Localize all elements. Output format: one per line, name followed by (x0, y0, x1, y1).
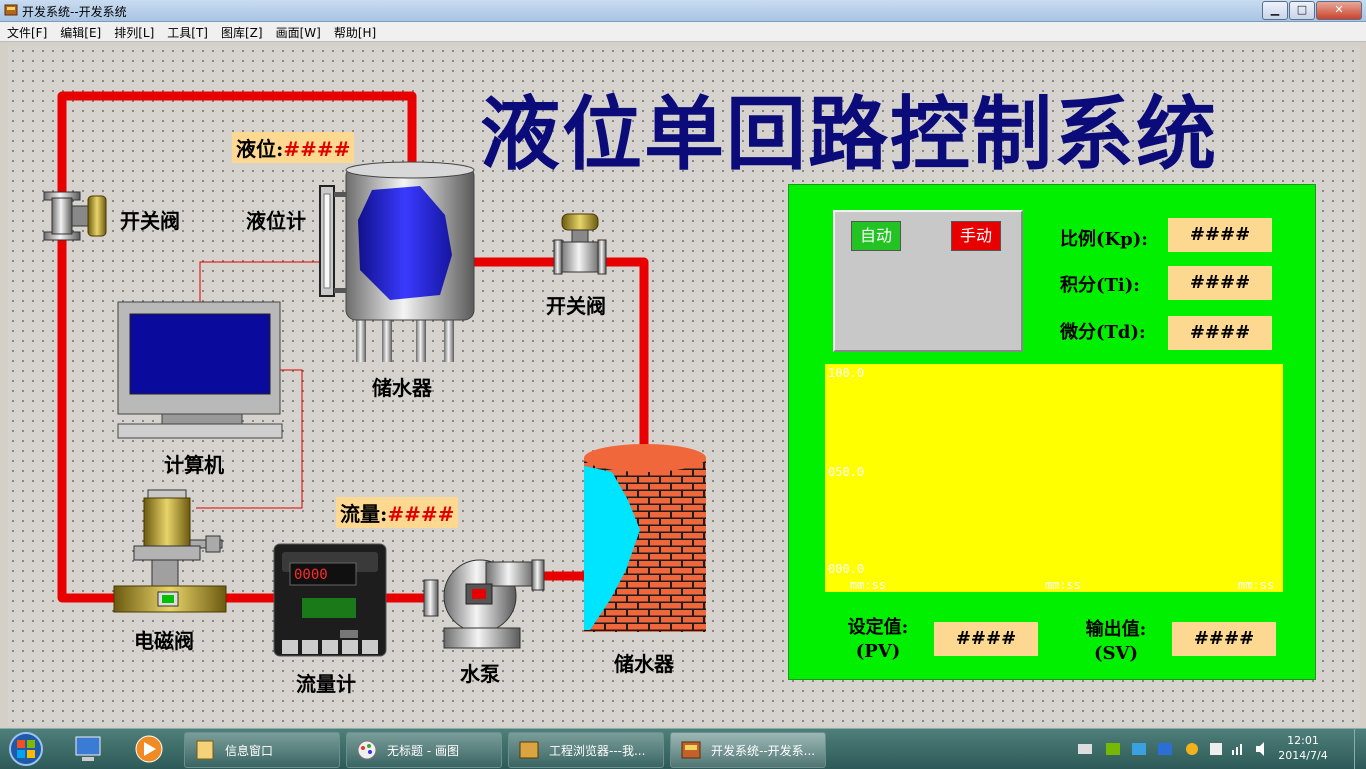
clock-date: 2014/7/4 (1278, 749, 1328, 762)
computer-label: 计算机 (164, 453, 224, 477)
tank-top-icon (345, 161, 475, 362)
manual-mode-button[interactable]: 手动 (951, 221, 1001, 251)
level-readout-label: 液位: (236, 137, 284, 161)
output-value-field[interactable]: #### (1172, 622, 1276, 656)
clock-time: 12:01 (1287, 734, 1319, 747)
level-gauge-label: 液位计 (246, 209, 306, 233)
reservoir-icon (584, 444, 706, 632)
level-readout: 液位:#### (232, 132, 355, 163)
output-label-line1: 输出值: (1085, 619, 1147, 640)
taskbar-item-info-window[interactable]: 信息窗口 (184, 732, 340, 768)
paint-icon (357, 740, 377, 760)
info-window-icon (196, 740, 214, 760)
start-button-icon[interactable] (6, 731, 46, 767)
y-tick-mid: 050.0 (828, 465, 865, 479)
pump-icon (423, 559, 545, 649)
pump-label: 水泵 (460, 662, 500, 686)
setpoint-label-line1: 设定值: (847, 617, 909, 638)
system-tray-icons[interactable] (1076, 741, 1266, 757)
tank-top-label: 储水器 (372, 376, 432, 400)
valve-left-icon[interactable] (43, 191, 107, 241)
td-label: 微分(Td): (1060, 322, 1146, 343)
flowmeter-label: 流量计 (296, 672, 356, 696)
taskbar-clock[interactable]: 12:01 2014/7/4 (1268, 733, 1338, 763)
y-tick-top: 100.0 (828, 366, 865, 380)
taskbar-item-dev-system[interactable]: 开发系统--开发系... (670, 732, 826, 768)
setpoint-value-field[interactable]: #### (934, 622, 1038, 656)
setpoint-label: 设定值: (PV) (838, 616, 918, 664)
level-gauge-icon (319, 185, 346, 297)
taskbar-item-label: 开发系统--开发系... (711, 744, 816, 758)
media-player-icon[interactable] (132, 733, 166, 765)
taskbar-item-label: 无标题 - 画图 (387, 744, 459, 758)
taskbar-item-label: 工程浏览器---我... (549, 744, 646, 758)
taskbar-item-paint[interactable]: 无标题 - 画图 (346, 732, 502, 768)
td-value-field[interactable]: #### (1168, 316, 1272, 350)
flow-readout-label: 流量: (340, 502, 388, 526)
valve-left-label: 开关阀 (120, 209, 180, 233)
x-tick-end: mm:ss (1238, 578, 1275, 592)
flow-readout: 流量:#### (336, 497, 459, 528)
level-readout-value: #### (283, 137, 351, 161)
taskbar: 信息窗口 无标题 - 画图 工程浏览器---我... 开发系统--开发系... … (0, 728, 1366, 769)
x-tick-start: mm:ss (850, 578, 887, 592)
y-tick-bottom: 000.0 (828, 562, 865, 576)
output-label-line2: (SV) (1094, 643, 1138, 664)
setpoint-label-line2: (PV) (855, 641, 901, 662)
ti-label: 积分(Ti): (1060, 275, 1140, 296)
auto-mode-button[interactable]: 自动 (851, 221, 901, 251)
trend-chart (825, 364, 1283, 592)
output-label: 输出值: (SV) (1076, 618, 1156, 666)
solenoid-valve-label: 电磁阀 (134, 629, 194, 653)
valve-right-label: 开关阀 (546, 294, 606, 318)
page-title: 液位单回路控制系统 (480, 87, 1218, 181)
flow-readout-value: #### (387, 502, 455, 526)
computer-pin-icon[interactable] (72, 733, 106, 765)
kp-label: 比例(Kp): (1060, 229, 1148, 250)
computer-icon (117, 301, 283, 439)
dev-system-icon (681, 741, 701, 759)
taskbar-item-label: 信息窗口 (225, 744, 274, 758)
valve-right-icon[interactable] (553, 213, 607, 275)
project-browser-icon (519, 741, 539, 759)
show-desktop-button[interactable] (1354, 729, 1366, 769)
flowmeter-readout: 0000 (294, 567, 328, 583)
x-tick-mid: mm:ss (1045, 578, 1082, 592)
taskbar-item-project-browser[interactable]: 工程浏览器---我... (508, 732, 664, 768)
kp-value-field[interactable]: #### (1168, 218, 1272, 252)
ti-value-field[interactable]: #### (1168, 266, 1272, 300)
flowmeter-icon: 0000 (273, 543, 387, 657)
tank-bottom-label: 储水器 (614, 652, 674, 676)
